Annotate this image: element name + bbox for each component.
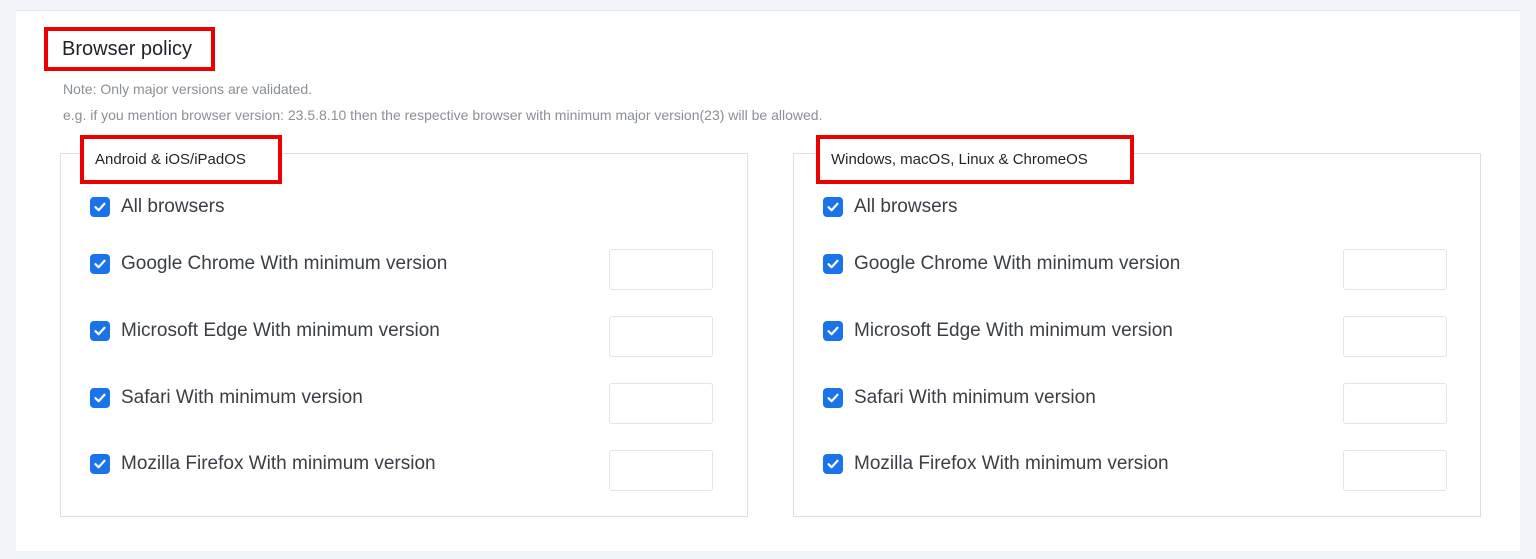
mobile-all-browsers-label: All browsers	[121, 196, 225, 217]
note-line-1: Note: Only major versions are validated.	[63, 81, 312, 97]
desktop-firefox-version-input[interactable]	[1343, 450, 1447, 491]
section-title: Browser policy	[44, 27, 215, 71]
mobile-edge-version-input[interactable]	[609, 316, 713, 357]
mobile-edge-row[interactable]: Microsoft Edge With minimum version	[90, 320, 440, 342]
desktop-edge-version-input[interactable]	[1343, 316, 1447, 357]
desktop-chrome-label: Google Chrome With minimum version	[854, 253, 1181, 274]
checkbox-checked-icon[interactable]	[90, 254, 110, 274]
mobile-chrome-label: Google Chrome With minimum version	[121, 253, 448, 274]
mobile-firefox-row[interactable]: Mozilla Firefox With minimum version	[90, 453, 436, 475]
desktop-edge-row[interactable]: Microsoft Edge With minimum version	[823, 320, 1173, 342]
checkbox-checked-icon[interactable]	[823, 254, 843, 274]
mobile-safari-row[interactable]: Safari With minimum version	[90, 387, 363, 409]
mobile-firefox-label: Mozilla Firefox With minimum version	[121, 453, 436, 474]
desktop-all-browsers-label: All browsers	[854, 196, 958, 217]
checkbox-checked-icon[interactable]	[823, 388, 843, 408]
note-line-2: e.g. if you mention browser version: 23.…	[63, 107, 823, 123]
desktop-firefox-row[interactable]: Mozilla Firefox With minimum version	[823, 453, 1169, 475]
checkbox-checked-icon[interactable]	[90, 388, 110, 408]
checkbox-checked-icon[interactable]	[823, 321, 843, 341]
desktop-safari-row[interactable]: Safari With minimum version	[823, 387, 1096, 409]
section-title-text: Browser policy	[62, 37, 193, 60]
mobile-safari-version-input[interactable]	[609, 383, 713, 424]
desktop-firefox-label: Mozilla Firefox With minimum version	[854, 453, 1169, 474]
checkbox-checked-icon[interactable]	[90, 197, 110, 217]
mobile-chrome-version-input[interactable]	[609, 249, 713, 290]
mobile-all-browsers-row[interactable]: All browsers	[90, 196, 224, 218]
desktop-chrome-row[interactable]: Google Chrome With minimum version	[823, 253, 1180, 275]
desktop-legend: Windows, macOS, Linux & ChromeOS	[816, 135, 1134, 184]
mobile-safari-label: Safari With minimum version	[121, 387, 363, 408]
desktop-safari-version-input[interactable]	[1343, 383, 1447, 424]
desktop-safari-label: Safari With minimum version	[854, 387, 1096, 408]
checkbox-checked-icon[interactable]	[823, 454, 843, 474]
mobile-legend: Android & iOS/iPadOS	[80, 135, 282, 184]
checkbox-checked-icon[interactable]	[823, 197, 843, 217]
mobile-edge-label: Microsoft Edge With minimum version	[121, 320, 440, 341]
desktop-legend-text: Windows, macOS, Linux & ChromeOS	[831, 151, 1088, 168]
desktop-edge-label: Microsoft Edge With minimum version	[854, 320, 1173, 341]
checkbox-checked-icon[interactable]	[90, 321, 110, 341]
mobile-legend-text: Android & iOS/iPadOS	[95, 151, 246, 168]
checkbox-checked-icon[interactable]	[90, 454, 110, 474]
mobile-chrome-row[interactable]: Google Chrome With minimum version	[90, 253, 447, 275]
desktop-chrome-version-input[interactable]	[1343, 249, 1447, 290]
mobile-firefox-version-input[interactable]	[609, 450, 713, 491]
desktop-all-browsers-row[interactable]: All browsers	[823, 196, 957, 218]
